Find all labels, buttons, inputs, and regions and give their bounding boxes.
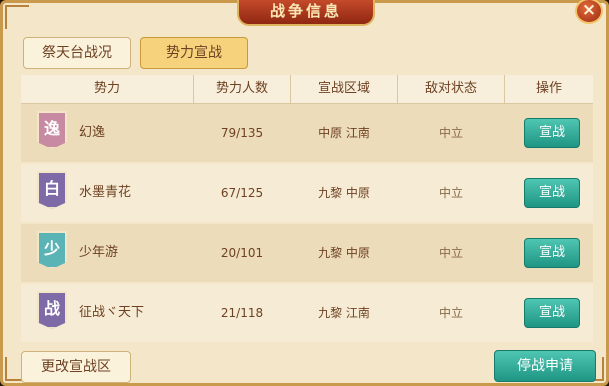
faction-name: 幻逸 [79, 125, 106, 140]
faction-name: 征战ヾ天下 [79, 305, 145, 320]
window-title: 战争信息 [269, 2, 342, 20]
title-ribbon: 战争信息 [237, 0, 375, 26]
faction-table: 势力 势力人数 宣战区域 敌对状态 操作 逸 幻逸 79/135 中原 江南 中… [21, 75, 593, 351]
member-count: 21/118 [220, 306, 264, 320]
change-war-zone-button[interactable]: 更改宣战区 [21, 351, 131, 383]
declare-war-button[interactable]: 宣战 [524, 238, 580, 268]
war-region: 九黎 中原 [318, 246, 370, 260]
tab-altar-status[interactable]: 祭天台战况 [23, 37, 131, 69]
table-row: 少 少年游 20/101 九黎 中原 中立 宣战 [21, 224, 593, 282]
declare-war-button[interactable]: 宣战 [524, 118, 580, 148]
header-action: 操作 [535, 81, 562, 96]
header-hostility: 敌对状态 [424, 81, 477, 96]
close-icon: × [581, 0, 597, 20]
tab-faction-war[interactable]: 势力宣战 [140, 37, 248, 69]
war-info-panel: 祭天台战况 势力宣战 势力 势力人数 宣战区域 敌对状态 操作 逸 幻逸 79/… [0, 0, 609, 386]
member-count: 67/125 [220, 186, 264, 200]
hostility-status: 中立 [438, 126, 463, 140]
war-region: 九黎 江南 [318, 306, 370, 320]
hostility-status: 中立 [438, 306, 463, 320]
header-faction: 势力 [93, 81, 120, 96]
corner-ornament [5, 5, 29, 29]
header-members: 势力人数 [215, 81, 268, 96]
table-header: 势力 势力人数 宣战区域 敌对状态 操作 [21, 75, 593, 104]
declare-war-button[interactable]: 宣战 [524, 178, 580, 208]
faction-banner-icon: 逸 [37, 111, 67, 149]
war-region: 中原 江南 [318, 126, 370, 140]
hostility-status: 中立 [438, 186, 463, 200]
header-region: 宣战区域 [317, 81, 370, 96]
declare-war-button[interactable]: 宣战 [524, 298, 580, 328]
table-row: 逸 幻逸 79/135 中原 江南 中立 宣战 [21, 104, 593, 162]
table-row: 白 水墨青花 67/125 九黎 中原 中立 宣战 [21, 164, 593, 222]
hostility-status: 中立 [438, 246, 463, 260]
member-count: 79/135 [220, 126, 264, 140]
ceasefire-request-button[interactable]: 停战申请 [494, 350, 596, 382]
member-count: 20/101 [220, 246, 264, 260]
faction-banner-icon: 少 [37, 231, 67, 269]
faction-banner-icon: 白 [37, 171, 67, 209]
faction-name: 少年游 [79, 245, 119, 260]
faction-name: 水墨青花 [79, 185, 132, 200]
table-row: 战 征战ヾ天下 21/118 九黎 江南 中立 宣战 [21, 284, 593, 342]
war-region: 九黎 中原 [318, 186, 370, 200]
faction-banner-icon: 战 [37, 291, 67, 329]
